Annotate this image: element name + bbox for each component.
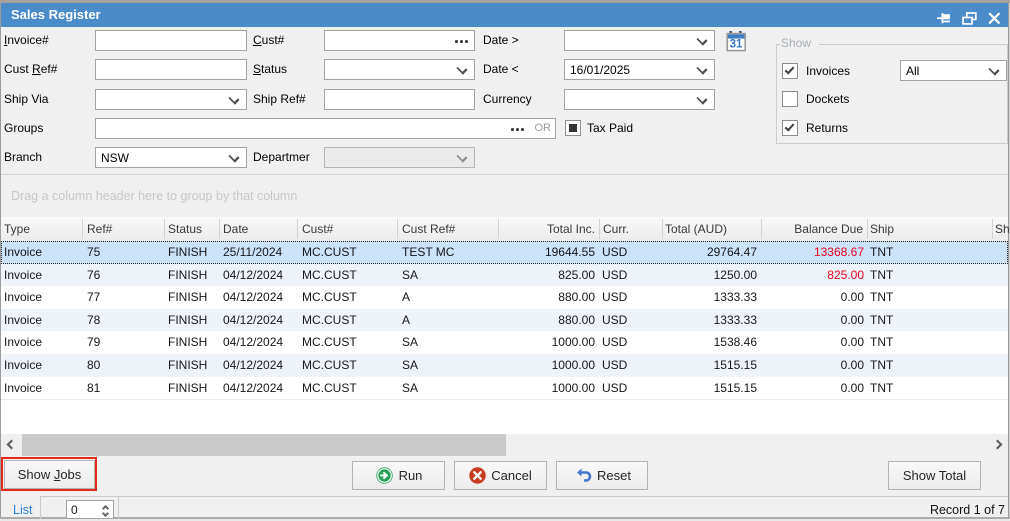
svg-text:31: 31	[730, 38, 743, 50]
